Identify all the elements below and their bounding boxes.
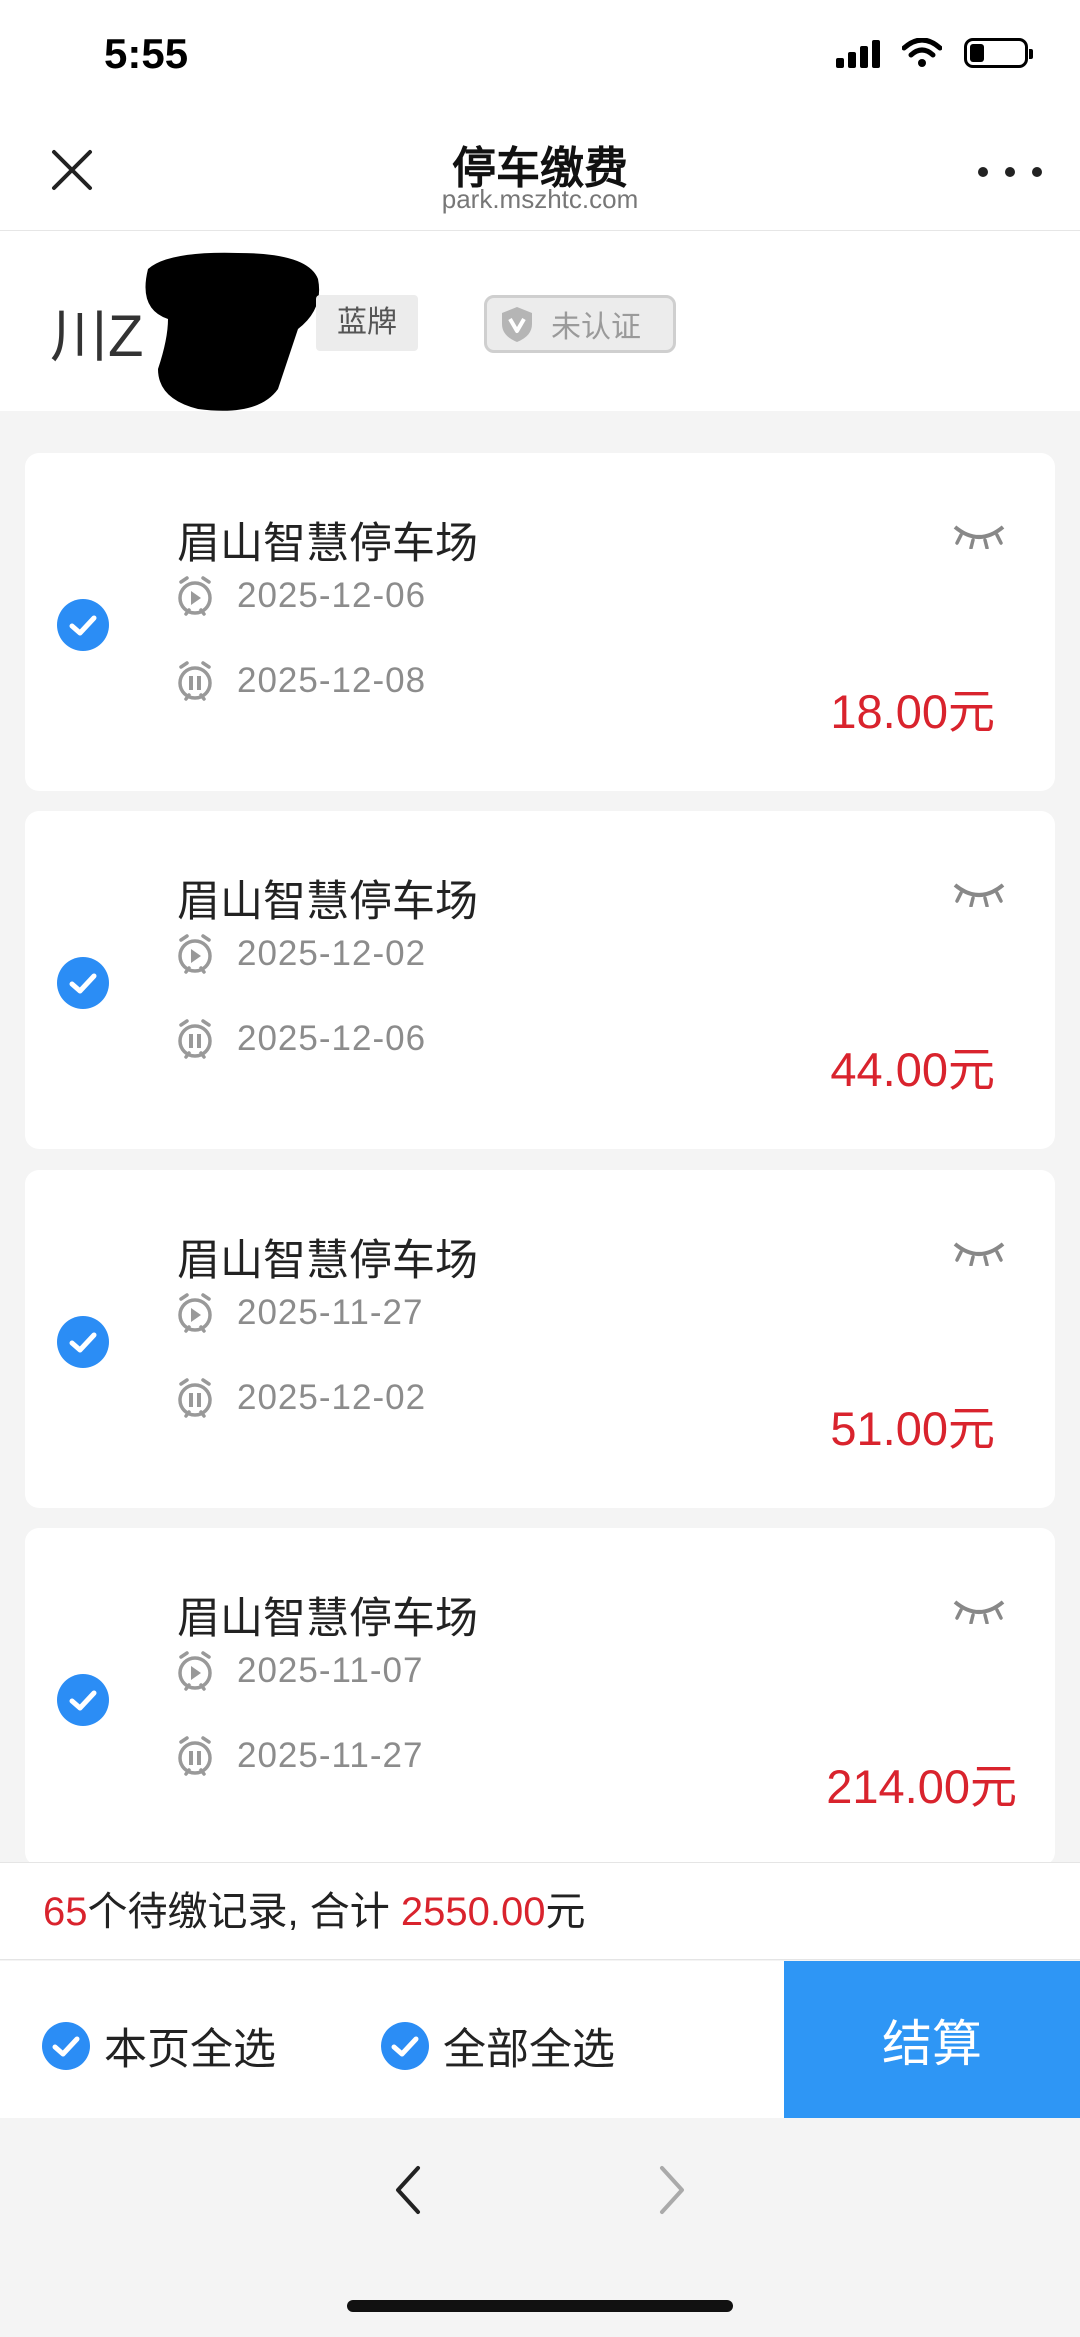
nav-bar: 停车缴费 park.mszhtc.com [0,110,1080,231]
eye-closed-icon[interactable] [951,1232,1007,1266]
clock-start-icon [178,1293,212,1333]
record-card[interactable]: 眉山智慧停车场 2025-11-27 2025-12-02 51.00元 [25,1170,1055,1508]
end-time-row: 2025-12-02 [175,1373,426,1423]
clock-start-icon [178,576,212,616]
record-checkbox[interactable] [57,1316,109,1368]
check-icon [69,1690,97,1711]
record-checkbox[interactable] [57,1674,109,1726]
wifi-icon [902,38,942,67]
end-time-row: 2025-11-27 [175,1731,423,1781]
start-date: 2025-12-02 [237,934,427,973]
select-all-label: 全部全选 [443,2026,615,2074]
parking-lot-name: 眉山智慧停车场 [177,878,478,926]
start-time-row: 2025-11-27 [175,1288,423,1338]
redaction-mark [145,252,320,411]
parking-lot-name: 眉山智慧停车场 [177,1595,478,1643]
pending-count: 65 [43,1890,88,1934]
browser-toolbar [0,2118,1080,2337]
end-time-row: 2025-12-08 [175,656,426,706]
check-icon [381,2022,429,2070]
plate-header: 川Z 蓝牌 未认证 [0,231,1080,411]
action-bar: 本页全选 全部全选 结算 [0,1961,1080,2118]
start-time-row: 2025-12-02 [175,929,426,979]
start-date: 2025-11-27 [237,1293,424,1332]
clock-end-icon [178,661,212,701]
end-date: 2025-11-27 [237,1736,424,1775]
verify-label: 未认证 [551,311,641,344]
end-time-row: 2025-12-06 [175,1014,426,1064]
back-icon[interactable] [388,2158,428,2222]
clock-start-icon [178,934,212,974]
total-amount: 2550.00 [400,1890,546,1934]
record-checkbox[interactable] [57,599,109,651]
home-indicator[interactable] [347,2300,733,2312]
record-amount: 51.00元 [830,1402,995,1455]
start-date: 2025-12-06 [237,576,427,615]
check-icon [42,2022,90,2070]
shield-icon [502,307,532,342]
clock-start-icon [178,1651,212,1691]
end-date: 2025-12-08 [237,661,427,700]
plate-type-tag: 蓝牌 [316,295,418,351]
start-time-row: 2025-11-07 [175,1646,423,1696]
pending-label: 个待缴记录, 合计 [87,1890,401,1934]
parking-lot-name: 眉山智慧停车场 [177,1237,478,1285]
checkout-button[interactable]: 结算 [784,1961,1080,2118]
record-amount: 44.00元 [830,1043,995,1096]
status-bar: 5:55 [0,0,1080,110]
status-icons [836,38,1033,68]
eye-closed-icon[interactable] [951,873,1007,907]
record-card[interactable]: 眉山智慧停车场 2025-11-07 2025-11-27 214.00元 [25,1528,1055,1866]
more-icon[interactable] [978,150,1042,194]
total-unit: 元 [545,1890,586,1934]
start-date: 2025-11-07 [237,1651,424,1690]
status-time: 5:55 [104,30,189,77]
select-page-label: 本页全选 [104,2026,276,2074]
eye-closed-icon[interactable] [951,1590,1007,1624]
check-icon [69,615,97,636]
battery-icon [964,38,1033,68]
check-icon [69,973,97,994]
page-url: park.mszhtc.com [441,184,639,214]
signal-icon [836,38,880,68]
select-all-toggle[interactable]: 全部全选 [381,2015,615,2077]
record-card[interactable]: 眉山智慧停车场 2025-12-06 2025-12-08 18.00元 [25,453,1055,791]
clock-end-icon [178,1019,212,1059]
select-page-toggle[interactable]: 本页全选 [42,2015,276,2077]
forward-icon[interactable] [652,2158,692,2222]
record-checkbox[interactable] [57,957,109,1009]
record-amount: 214.00元 [826,1760,1017,1813]
eye-closed-icon[interactable] [951,515,1007,549]
record-amount: 18.00元 [830,685,995,738]
start-time-row: 2025-12-06 [175,571,426,621]
check-icon [69,1332,97,1353]
end-date: 2025-12-02 [237,1378,427,1417]
verify-status-badge[interactable]: 未认证 [484,295,676,353]
clock-end-icon [178,1736,212,1776]
payment-summary: 65个待缴记录, 合计 2550.00元 [0,1862,1080,1960]
clock-end-icon [178,1378,212,1418]
record-card[interactable]: 眉山智慧停车场 2025-12-02 2025-12-06 44.00元 [25,811,1055,1149]
parking-lot-name: 眉山智慧停车场 [177,520,478,568]
end-date: 2025-12-06 [237,1019,427,1058]
